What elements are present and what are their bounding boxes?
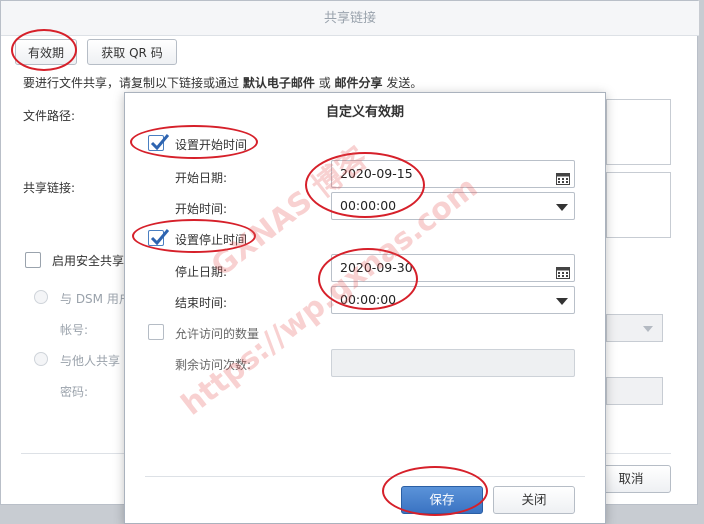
chevron-down-icon[interactable] <box>556 204 568 211</box>
stop-date-field[interactable]: 2020-09-30 <box>331 254 575 282</box>
allowed-visits-checkbox[interactable] <box>148 324 164 340</box>
instruction-suffix: 发送。 <box>386 76 423 90</box>
start-time-label: 开始时间: <box>175 202 228 216</box>
custom-validity-modal: 自定义有效期 设置开始时间 开始日期: 2020-09-15 开始时间: 00:… <box>124 92 606 524</box>
start-date-value: 2020-09-15 <box>340 166 413 181</box>
secure-share-label: 启用安全共享 <box>52 254 125 268</box>
close-button[interactable]: 关闭 <box>493 486 575 514</box>
share-link-field[interactable] <box>606 172 671 238</box>
instruction-or: 或 <box>318 76 331 90</box>
remaining-visits-label: 剩余访问次数: <box>175 358 252 372</box>
file-path-label: 文件路径: <box>23 109 76 123</box>
dialog-title: 共享链接 <box>1 1 699 35</box>
file-path-field[interactable] <box>606 99 671 165</box>
share-instruction: 要进行文件共享，请复制以下链接或通过 默认电子邮件 或 邮件分享 发送。 <box>23 74 422 91</box>
secure-share-checkbox[interactable] <box>25 252 41 268</box>
modal-footer-divider <box>145 476 585 477</box>
start-time-value: 00:00:00 <box>340 198 397 213</box>
stop-date-value: 2020-09-30 <box>340 260 413 275</box>
share-with-dsm-users-radio[interactable] <box>34 290 48 304</box>
set-start-time-checkbox[interactable] <box>148 134 169 151</box>
stop-date-label: 停止日期: <box>175 265 228 279</box>
share-with-others-radio[interactable] <box>34 352 48 366</box>
mail-share-link[interactable]: 邮件分享 <box>335 76 383 90</box>
modal-title: 自定义有效期 <box>325 105 404 120</box>
end-time-field[interactable]: 00:00:00 <box>331 286 575 314</box>
end-time-label: 结束时间: <box>175 296 228 310</box>
password-label: 密码: <box>60 385 89 399</box>
account-dropdown-caret-icon <box>643 326 653 332</box>
calendar-icon[interactable] <box>556 168 570 185</box>
set-stop-time-checkbox[interactable] <box>148 229 169 246</box>
set-stop-time-label: 设置停止时间 <box>175 233 248 247</box>
start-date-label: 开始日期: <box>175 171 228 185</box>
account-dropdown[interactable] <box>606 314 663 342</box>
default-email-link[interactable]: 默认电子邮件 <box>243 76 315 90</box>
chevron-down-icon[interactable] <box>556 298 568 305</box>
share-with-others-label: 与他人共享 <box>60 354 121 368</box>
share-link-label: 共享链接: <box>23 181 76 195</box>
instruction-prefix: 要进行文件共享，请复制以下链接或通过 <box>23 76 240 90</box>
start-time-field[interactable]: 00:00:00 <box>331 192 575 220</box>
get-qr-code-button[interactable]: 获取 QR 码 <box>87 39 177 65</box>
password-field[interactable] <box>606 377 663 405</box>
checkmark-icon <box>150 134 169 151</box>
validity-period-button[interactable]: 有效期 <box>15 39 77 65</box>
title-divider <box>1 35 699 36</box>
share-with-dsm-users-label: 与 DSM 用户 <box>60 292 131 306</box>
account-label: 帐号: <box>60 323 89 337</box>
checkmark-icon <box>150 229 169 246</box>
start-date-field[interactable]: 2020-09-15 <box>331 160 575 188</box>
save-button[interactable]: 保存 <box>401 486 483 514</box>
calendar-icon[interactable] <box>556 262 570 279</box>
allowed-visits-label: 允许访问的数量 <box>175 327 260 341</box>
remaining-visits-field[interactable] <box>331 349 575 377</box>
end-time-value: 00:00:00 <box>340 292 397 307</box>
set-start-time-label: 设置开始时间 <box>175 138 248 152</box>
